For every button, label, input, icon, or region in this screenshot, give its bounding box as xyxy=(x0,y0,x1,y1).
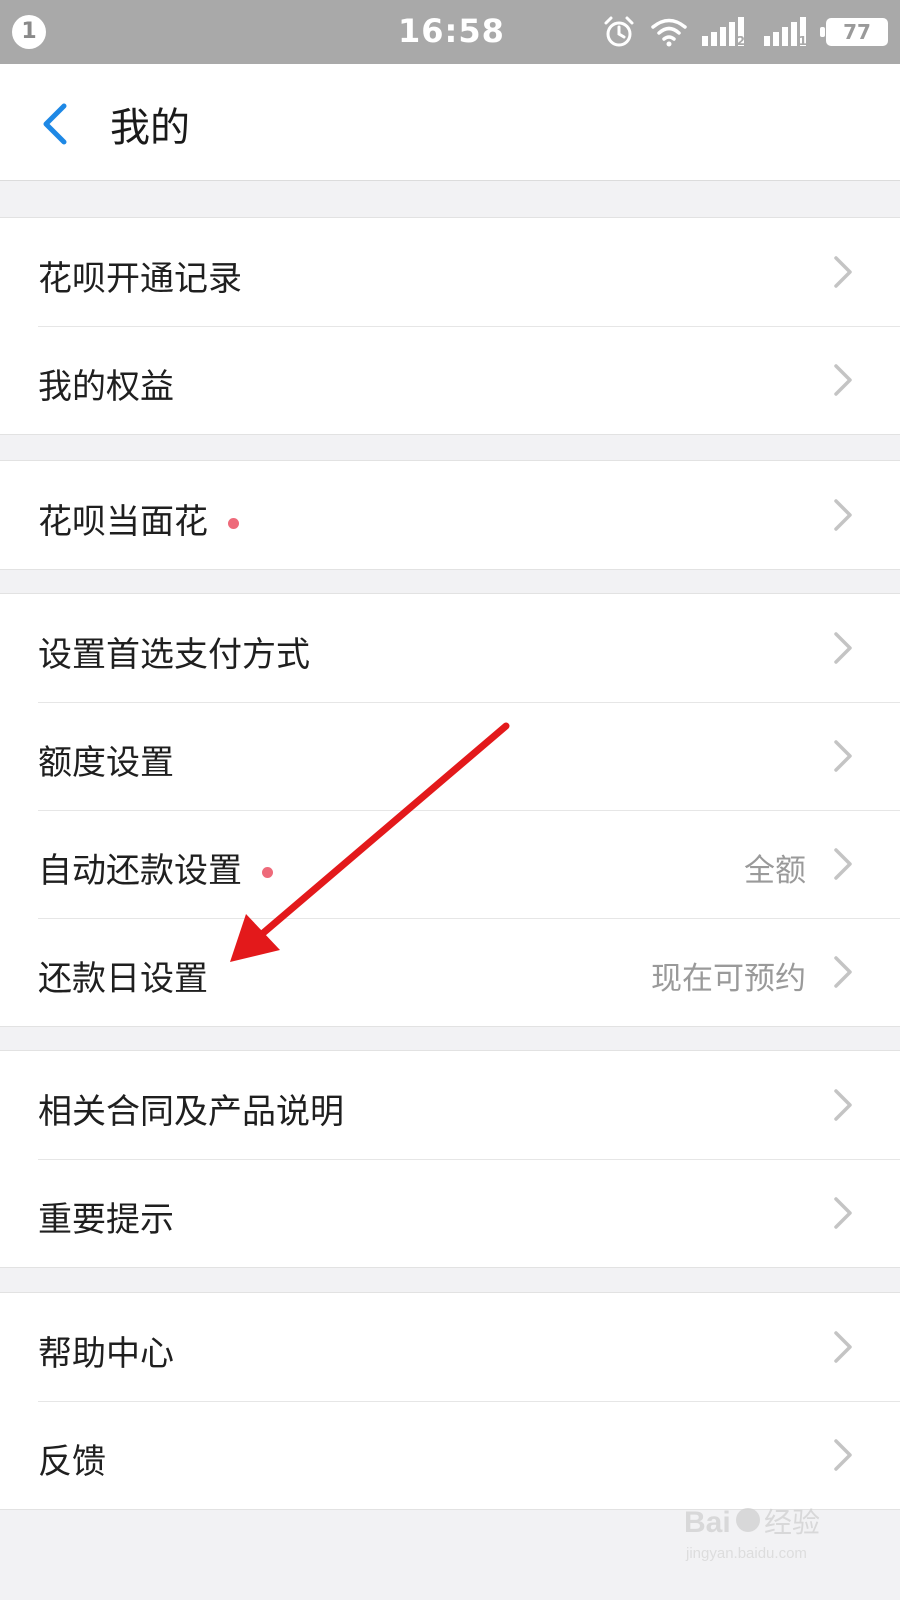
battery-icon: 77 xyxy=(820,18,888,46)
clock: 16:58 xyxy=(398,12,505,50)
menu-item-label: 花呗当面花 xyxy=(38,502,208,542)
menu-item-label-wrap: 花呗当面花 xyxy=(38,494,239,543)
chevron-right-icon xyxy=(834,1197,852,1229)
svg-text:经验: 经验 xyxy=(764,1507,820,1538)
menu-item-label: 设置首选支付方式 xyxy=(38,635,310,675)
menu-item-label: 相关合同及产品说明 xyxy=(38,1092,344,1132)
menu-item-label: 反馈 xyxy=(38,1442,106,1482)
chevron-right-icon xyxy=(834,1331,852,1363)
nav-header: 我的 xyxy=(0,64,900,181)
menu-group-contracts: 相关合同及产品说明 重要提示 xyxy=(0,1050,900,1268)
menu-item-face-pay[interactable]: 花呗当面花 xyxy=(0,461,900,569)
chevron-right-icon xyxy=(834,1439,852,1471)
sim1-label: 1 xyxy=(798,34,807,48)
menu-item-help-center[interactable]: 帮助中心 xyxy=(0,1293,900,1401)
menu-item-label: 还款日设置 xyxy=(38,959,208,999)
page-title: 我的 xyxy=(110,105,190,151)
sim2-label: 2 xyxy=(736,34,745,48)
menu-item-label: 重要提示 xyxy=(38,1200,174,1240)
menu-item-label: 自动还款设置 xyxy=(38,851,242,891)
chevron-right-icon xyxy=(834,632,852,664)
menu-group-settings: 设置首选支付方式 额度设置 自动还款设置 全额 还款日设置 现在可预约 xyxy=(0,593,900,1027)
menu-item-value: 现在可预约 xyxy=(651,961,806,997)
chevron-right-icon xyxy=(834,848,852,880)
status-bar: 1 16:58 2 1 77 xyxy=(0,0,900,64)
status-icons: 2 1 77 xyxy=(602,14,888,50)
menu-group-help: 帮助中心 反馈 xyxy=(0,1292,900,1510)
menu-item-auto-repay[interactable]: 自动还款设置 全额 xyxy=(0,810,900,918)
menu-item-repay-date[interactable]: 还款日设置 现在可预约 xyxy=(0,918,900,1026)
menu-group-face-pay: 花呗当面花 xyxy=(0,460,900,570)
menu-group-records: 花呗开通记录 我的权益 xyxy=(0,217,900,435)
alarm-icon xyxy=(604,16,634,47)
menu-item-feedback[interactable]: 反馈 xyxy=(0,1401,900,1509)
chevron-right-icon xyxy=(834,1089,852,1121)
baidu-watermark-logo: Bai 经验 jingyan.baidu.com xyxy=(684,1506,820,1562)
signal-sim1-icon: 1 xyxy=(764,16,812,48)
chevron-right-icon xyxy=(834,364,852,396)
menu-item-label: 花呗开通记录 xyxy=(38,259,242,299)
menu-item-value: 全额 xyxy=(744,853,806,889)
chevron-right-icon xyxy=(834,499,852,531)
chevron-left-icon[interactable] xyxy=(36,100,72,148)
menu-item-label-wrap: 自动还款设置 xyxy=(38,843,273,892)
menu-item-important-notice[interactable]: 重要提示 xyxy=(0,1159,900,1267)
chevron-right-icon xyxy=(834,256,852,288)
menu-item-activation-records[interactable]: 花呗开通记录 xyxy=(0,218,900,326)
new-dot xyxy=(228,518,239,529)
svg-text:jingyan.baidu.com: jingyan.baidu.com xyxy=(685,1545,807,1562)
signal-sim2-icon: 2 xyxy=(702,16,750,48)
menu-item-preferred-payment[interactable]: 设置首选支付方式 xyxy=(0,594,900,702)
chevron-right-icon xyxy=(834,956,852,988)
notification-badge: 1 xyxy=(12,15,46,49)
svg-text:Bai: Bai xyxy=(684,1506,731,1539)
menu-item-label: 额度设置 xyxy=(38,743,174,783)
wifi-icon xyxy=(651,18,687,47)
new-dot xyxy=(262,867,273,878)
menu-item-contracts[interactable]: 相关合同及产品说明 xyxy=(0,1051,900,1159)
menu-item-label: 帮助中心 xyxy=(38,1334,174,1374)
menu-item-limit-settings[interactable]: 额度设置 xyxy=(0,702,900,810)
chevron-right-icon xyxy=(834,740,852,772)
menu-item-my-benefits[interactable]: 我的权益 xyxy=(0,326,900,434)
menu-item-label: 我的权益 xyxy=(38,367,174,407)
